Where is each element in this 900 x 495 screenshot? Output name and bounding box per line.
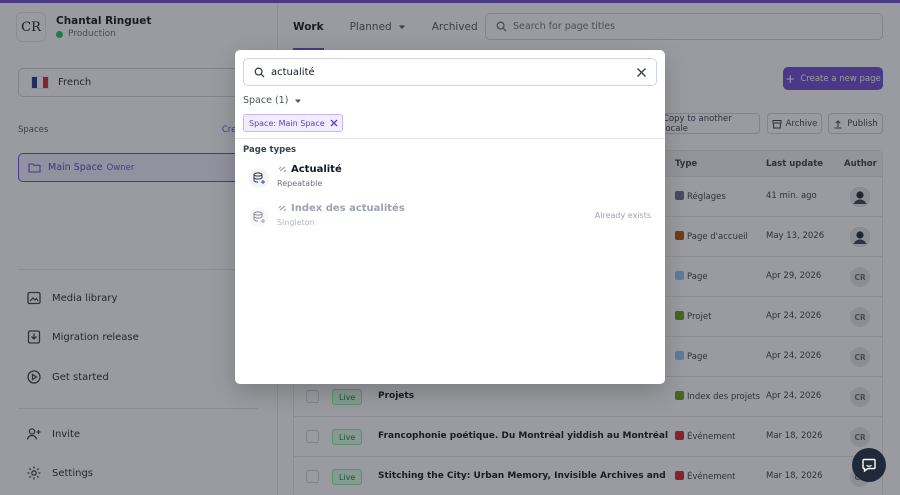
page-type-kind: Repeatable: [277, 179, 323, 188]
page-types-heading: Page types: [243, 145, 297, 155]
remove-filter-icon[interactable]: [330, 119, 338, 127]
link-icon: [278, 205, 287, 212]
page-type-name: Actualité: [277, 164, 342, 175]
dialog-divider: [235, 138, 665, 139]
database-plus-icon: [249, 168, 269, 188]
page-type-kind: Singleton: [277, 218, 315, 227]
space-filter-chip: Space: Main Space: [243, 114, 343, 132]
page-type-dialog: Space (1) Space: Main Space Page types A…: [235, 50, 665, 384]
page-type-name: Index des actualités: [277, 203, 405, 214]
caret-down-icon: [295, 99, 302, 103]
close-icon[interactable]: [635, 66, 648, 79]
page-type-option[interactable]: Actualité Repeatable: [243, 162, 657, 196]
space-filter-dropdown[interactable]: Space (1): [243, 95, 302, 106]
database-plus-icon: [249, 207, 269, 227]
page-type-search-field[interactable]: [243, 58, 657, 86]
page-type-option: Index des actualités Singleton Already exi…: [243, 201, 657, 235]
search-icon: [254, 67, 265, 77]
availability-note: Already exists: [594, 211, 651, 220]
chat-icon: [862, 458, 876, 473]
page-type-search-input[interactable]: [271, 66, 621, 78]
link-icon: [278, 166, 287, 173]
chat-support-button[interactable]: [852, 448, 886, 482]
